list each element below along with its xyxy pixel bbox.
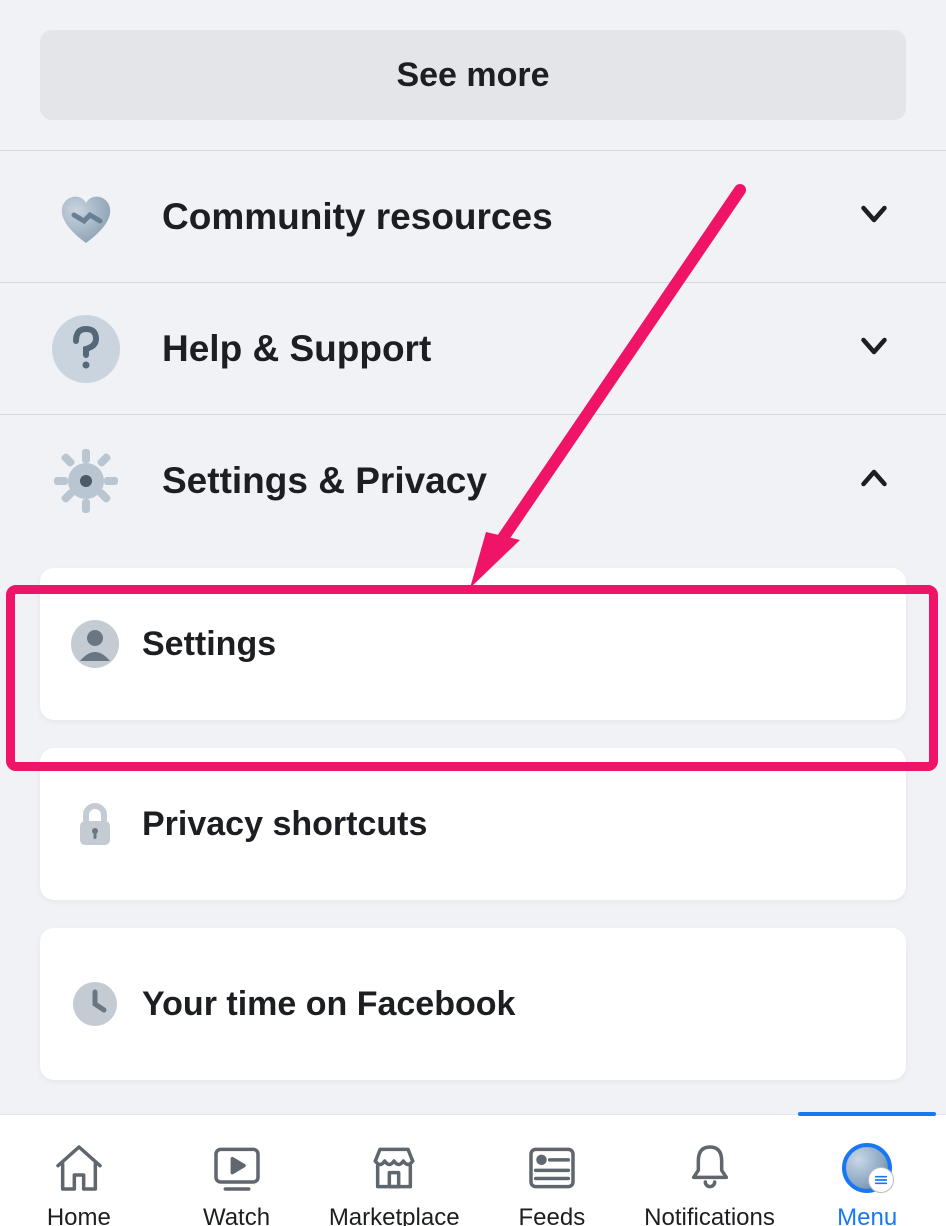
- privacy-shortcuts-label: Privacy shortcuts: [142, 805, 427, 844]
- avatar-menu-icon: [842, 1140, 892, 1196]
- nav-label: Watch: [203, 1204, 270, 1226]
- question-icon: [50, 313, 122, 385]
- nav-menu[interactable]: Menu: [788, 1115, 946, 1226]
- feeds-icon: [524, 1140, 580, 1196]
- hamburger-icon: [868, 1167, 894, 1193]
- nav-feeds[interactable]: Feeds: [473, 1115, 631, 1226]
- settings-item[interactable]: Settings: [40, 568, 906, 720]
- handshake-heart-icon: [50, 181, 122, 253]
- section-settings-privacy[interactable]: Settings & Privacy: [0, 414, 946, 546]
- your-time-label: Your time on Facebook: [142, 985, 515, 1024]
- section-help-support[interactable]: Help & Support: [0, 282, 946, 414]
- settings-item-label: Settings: [142, 625, 276, 664]
- chevron-up-icon: [856, 460, 896, 501]
- nav-watch[interactable]: Watch: [158, 1115, 316, 1226]
- section-label: Settings & Privacy: [162, 460, 856, 502]
- bell-icon: [682, 1140, 738, 1196]
- nav-label: Menu: [837, 1204, 897, 1226]
- chevron-down-icon: [856, 196, 896, 237]
- section-label: Community resources: [162, 196, 856, 238]
- lock-icon: [70, 799, 120, 849]
- gear-icon: [50, 445, 122, 517]
- chevron-down-icon: [856, 328, 896, 369]
- your-time-item[interactable]: Your time on Facebook: [40, 928, 906, 1080]
- settings-privacy-sublist: Settings Privacy shortcuts Your time: [0, 568, 946, 1120]
- avatar: [842, 1143, 892, 1193]
- nav-label: Notifications: [644, 1204, 775, 1226]
- see-more-label: See more: [396, 56, 549, 95]
- nav-label: Home: [47, 1204, 111, 1226]
- nav-notifications[interactable]: Notifications: [631, 1115, 789, 1226]
- home-icon: [51, 1140, 107, 1196]
- menu-screen: See more Community resources: [0, 30, 946, 1106]
- person-circle-icon: [70, 619, 120, 669]
- nav-marketplace[interactable]: Marketplace: [315, 1115, 473, 1226]
- watch-icon: [209, 1140, 265, 1196]
- bottom-nav: Home Watch Marketplace Feeds: [0, 1114, 946, 1226]
- clock-icon: [70, 979, 120, 1029]
- section-label: Help & Support: [162, 328, 856, 370]
- marketplace-icon: [366, 1140, 422, 1196]
- nav-label: Marketplace: [329, 1204, 460, 1226]
- see-more-button[interactable]: See more: [40, 30, 906, 120]
- nav-label: Feeds: [519, 1204, 586, 1226]
- privacy-shortcuts-item[interactable]: Privacy shortcuts: [40, 748, 906, 900]
- section-community-resources[interactable]: Community resources: [0, 150, 946, 282]
- nav-home[interactable]: Home: [0, 1115, 158, 1226]
